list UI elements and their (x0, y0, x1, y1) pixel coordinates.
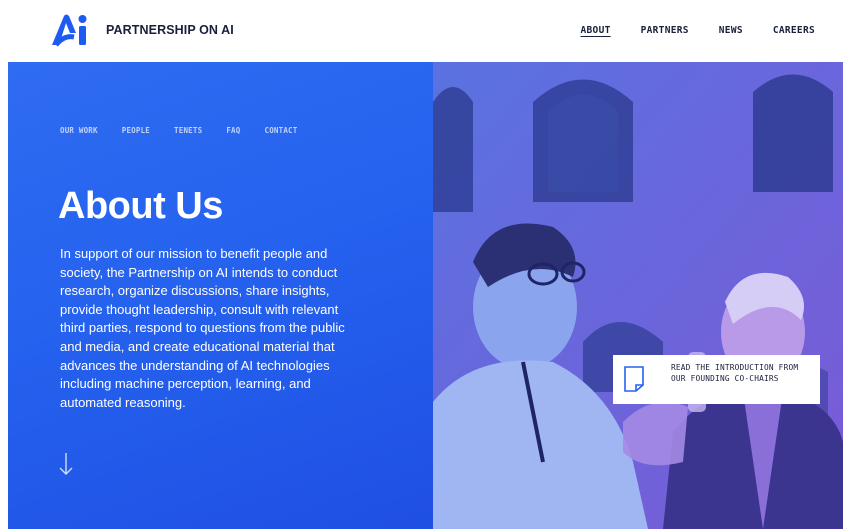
nav-about[interactable]: ABOUT (581, 25, 611, 36)
brand-name[interactable]: PARTNERSHIP ON AI (106, 23, 234, 37)
hero-description: In support of our mission to benefit peo… (60, 246, 345, 410)
hero-photo-illustration (433, 62, 843, 529)
hero-photo (433, 62, 843, 529)
sub-nav: OUR WORK PEOPLE TENETS FAQ CONTACT (60, 126, 298, 135)
subnav-contact[interactable]: CONTACT (264, 126, 297, 135)
hero-section: OUR WORK PEOPLE TENETS FAQ CONTACT About… (8, 62, 843, 529)
subnav-faq[interactable]: FAQ (226, 126, 240, 135)
ai-logo-icon[interactable] (50, 13, 92, 47)
subnav-tenets[interactable]: TENETS (174, 126, 202, 135)
document-icon (624, 366, 644, 392)
subnav-people[interactable]: PEOPLE (122, 126, 150, 135)
page-title: About Us (58, 185, 223, 227)
site-header: PARTNERSHIP ON AI ABOUT PARTNERS NEWS CA… (0, 0, 843, 62)
nav-news[interactable]: NEWS (719, 25, 743, 36)
cochairs-intro-card[interactable]: READ THE INTRODUCTION FROM OUR FOUNDING … (613, 355, 820, 404)
nav-careers[interactable]: CAREERS (773, 25, 815, 36)
arrow-down-icon[interactable] (58, 452, 74, 476)
top-nav: ABOUT PARTNERS NEWS CAREERS (581, 25, 815, 36)
subnav-our-work[interactable]: OUR WORK (60, 126, 98, 135)
cochairs-intro-link[interactable]: READ THE INTRODUCTION FROM OUR FOUNDING … (671, 363, 811, 384)
nav-partners[interactable]: PARTNERS (641, 25, 689, 36)
